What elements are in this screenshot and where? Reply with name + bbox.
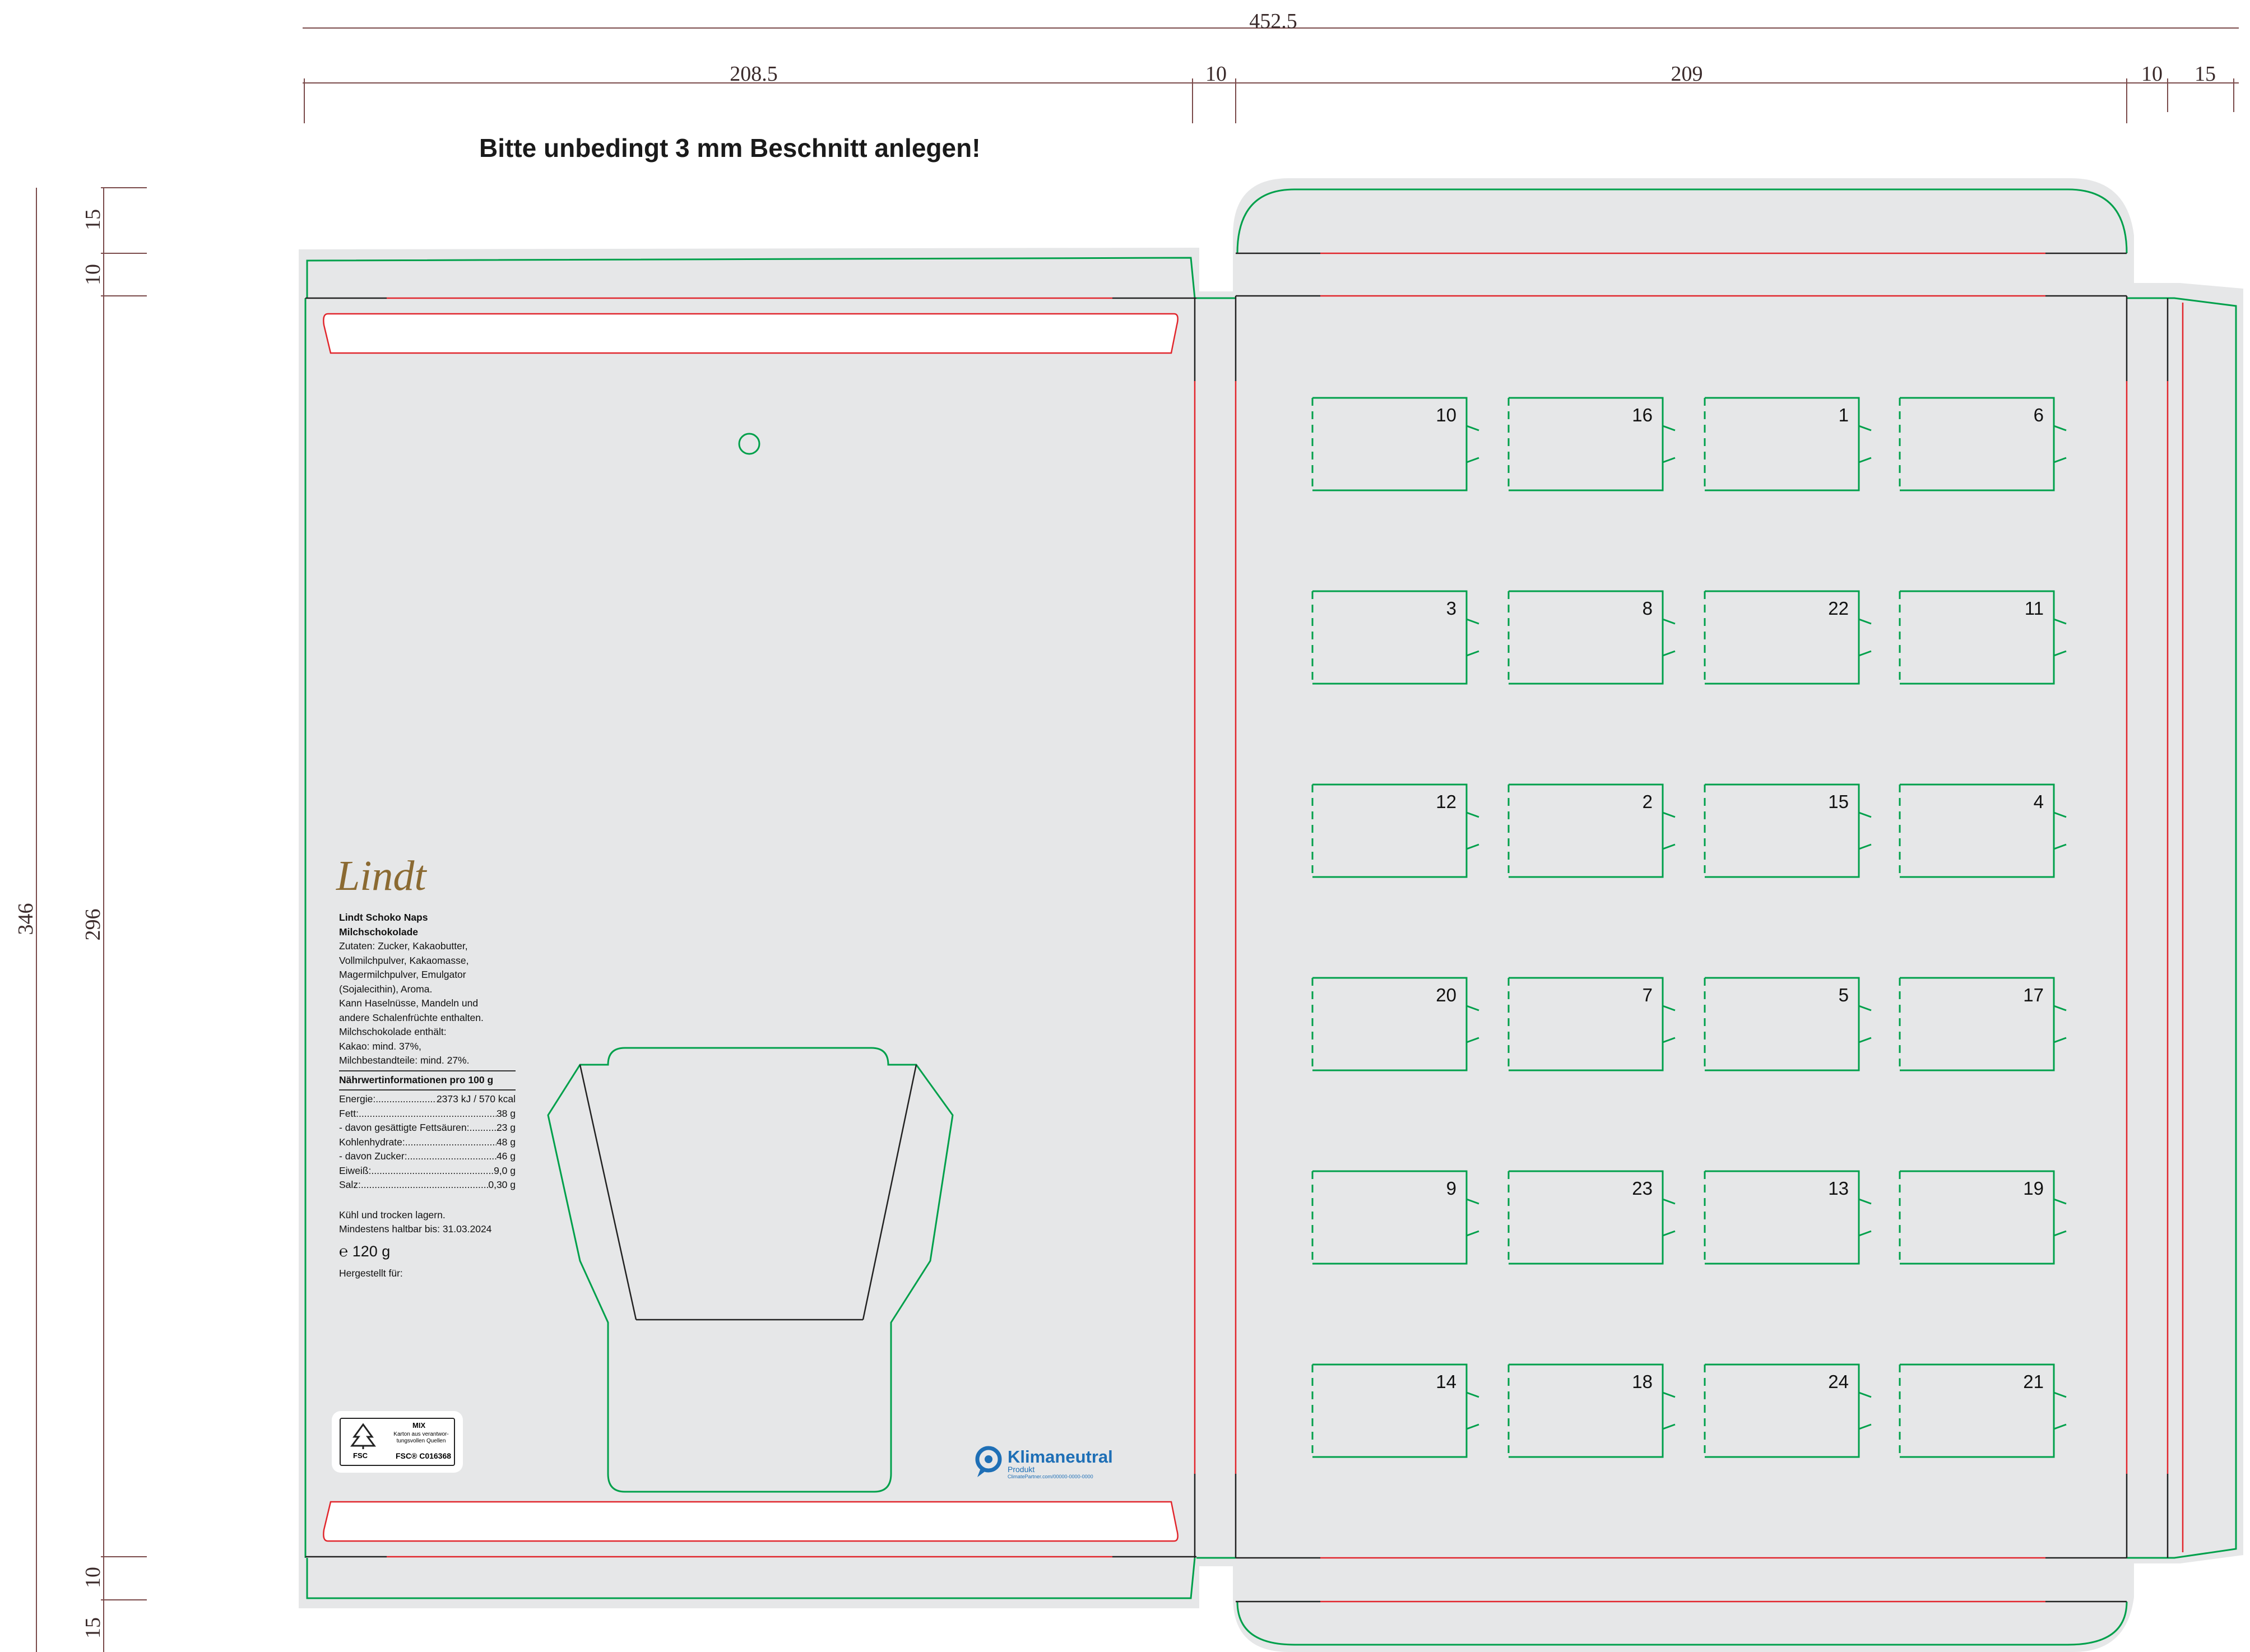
dim-top-fold: 10 <box>81 264 105 285</box>
door-number: 19 <box>2023 1178 2044 1199</box>
nutrition-row: Fett: ..................................… <box>339 1107 516 1121</box>
nutrition-value: 0,30 g <box>488 1179 516 1190</box>
dim-bottom-fold: 10 <box>81 1567 105 1588</box>
ingredient-line: andere Schalenfrüchte enthalten. <box>339 1011 484 1023</box>
door-number: 1 <box>1839 405 1849 425</box>
door-number: 6 <box>2034 405 2044 425</box>
dim-spine-width: 10 <box>1205 62 1227 86</box>
fsc-code: FSC® C016368 <box>396 1451 452 1460</box>
dim-tuck-width: 15 <box>2195 62 2216 86</box>
nutrition-key: Fett: <box>339 1107 359 1119</box>
nutrition-key: Kohlenhydrate: <box>339 1136 405 1148</box>
door-number: 15 <box>1828 791 1849 812</box>
storage-note: Kühl und trocken lagern. <box>339 1209 446 1221</box>
made-for: Hergestellt für: <box>339 1268 403 1279</box>
ingredient-line: Zutaten: Zucker, Kakaobutter, <box>339 940 468 952</box>
nutrition-key: - davon gesättigte Fettsäuren: <box>339 1122 470 1133</box>
door-number: 8 <box>1643 598 1653 619</box>
ingredient-line: (Sojalecithin), Aroma. <box>339 983 433 995</box>
product-type: Milchschokolade <box>339 926 419 938</box>
door-number: 23 <box>1632 1178 1653 1199</box>
door-number: 16 <box>1632 405 1653 425</box>
nutrition-value: 38 g <box>496 1107 516 1119</box>
dim-flap-width: 10 <box>2141 62 2163 86</box>
door-number: 24 <box>1828 1371 1849 1392</box>
fsc-badge: FSC MIX Karton aus verantwor-tungsvollen… <box>332 1411 463 1473</box>
nutrition-row: Salz: ..................................… <box>339 1178 516 1192</box>
nutrition-title: Nährwertinformationen pro 100 g <box>339 1074 494 1085</box>
ingredient-line: Milchbestandteile: mind. 27%. <box>339 1055 470 1066</box>
nutrition-row: Energie: ...............................… <box>339 1092 516 1107</box>
ingredient-line: Kann Haselnüsse, Mandeln und <box>339 997 479 1009</box>
dim-panel-height: 296 <box>81 909 105 941</box>
dim-total-height: 346 <box>14 903 38 935</box>
best-before: Mindestens haltbar bis: 31.03.2024 <box>339 1223 492 1235</box>
door-number: 20 <box>1436 985 1456 1005</box>
door-number: 10 <box>1436 405 1456 425</box>
nutrition-value: 23 g <box>496 1122 516 1133</box>
dim-front-width: 209 <box>1671 62 1703 86</box>
door-number: 14 <box>1436 1371 1456 1392</box>
door-number: 17 <box>2023 985 2044 1005</box>
net-weight: ℮ 120 g <box>339 1242 391 1260</box>
dim-back-width: 208.5 <box>730 62 778 86</box>
door-number: 7 <box>1643 985 1653 1005</box>
dim-top-tab: 15 <box>81 209 105 230</box>
ingredient-line: Milchschokolade enthält: <box>339 1026 447 1037</box>
ingredient-line: Vollmilchpulver, Kakaomasse, <box>339 954 469 966</box>
fsc-text: Karton aus verantwor-tungsvollen Quellen <box>393 1431 449 1444</box>
door-number: 2 <box>1643 791 1653 812</box>
brand-logo: Lindt <box>336 852 426 899</box>
nutrition-key: Salz: <box>339 1179 361 1190</box>
climate-partner-icon <box>975 1446 1002 1477</box>
door-number: 9 <box>1446 1178 1456 1199</box>
nutrition-value: 9,0 g <box>494 1164 516 1176</box>
door-number: 5 <box>1839 985 1849 1005</box>
door-number: 22 <box>1828 598 1849 619</box>
nutrition-value: 46 g <box>496 1150 516 1162</box>
nutrition-key: Eiweiß: <box>339 1164 372 1176</box>
fsc-logo-text: FSC <box>353 1451 368 1460</box>
fsc-tree-icon <box>350 1423 376 1449</box>
ingredient-line: Kakao: mind. 37%, <box>339 1040 421 1052</box>
dieline-diagram: 452.5 208.5 10 209 10 15 346 15 10 296 1… <box>14 10 2243 1652</box>
door-number: 11 <box>2025 598 2044 619</box>
door-number: 3 <box>1446 598 1456 619</box>
ingredient-line: Magermilchpulver, Emulgator <box>339 969 466 980</box>
dim-total-width: 452.5 <box>1249 10 1297 33</box>
door-number: 21 <box>2023 1371 2044 1392</box>
nutrition-row: Kohlenhydrate: .........................… <box>339 1135 516 1150</box>
nutrition-row: Eiweiß: ................................… <box>339 1164 516 1178</box>
bleed-warning: Bitte unbedingt 3 mm Beschnitt anlegen! <box>479 133 981 163</box>
nutrition-row: - davon gesättigte Fettsäuren: .........… <box>339 1121 516 1135</box>
nutrition-key: - davon Zucker: <box>339 1150 407 1162</box>
door-number: 18 <box>1632 1371 1653 1392</box>
product-name: Lindt Schoko Naps <box>339 912 428 923</box>
fsc-mix: MIX <box>412 1421 426 1430</box>
klima-title: Klimaneutral <box>1008 1447 1113 1467</box>
nutrition-row: - davon Zucker: ........................… <box>339 1149 516 1164</box>
klima-url: ClimatePartner.com/00000-0000-0000 <box>1008 1474 1093 1479</box>
door-number: 13 <box>1828 1178 1849 1199</box>
carton-background <box>299 178 2243 1652</box>
nutrition-value: 48 g <box>496 1136 516 1148</box>
product-info: Lindt Schoko Naps Milchschokolade Zutate… <box>339 911 516 1281</box>
dim-bottom-tab: 15 <box>81 1617 105 1639</box>
door-number: 4 <box>2034 791 2044 812</box>
door-number: 12 <box>1436 791 1456 812</box>
nutrition-value: 2373 kJ / 570 kcal <box>436 1093 516 1105</box>
nutrition-key: Energie: <box>339 1093 376 1105</box>
klima-sub: Produkt <box>1008 1465 1035 1474</box>
nutrition-table: Energie: ...............................… <box>339 1092 516 1192</box>
